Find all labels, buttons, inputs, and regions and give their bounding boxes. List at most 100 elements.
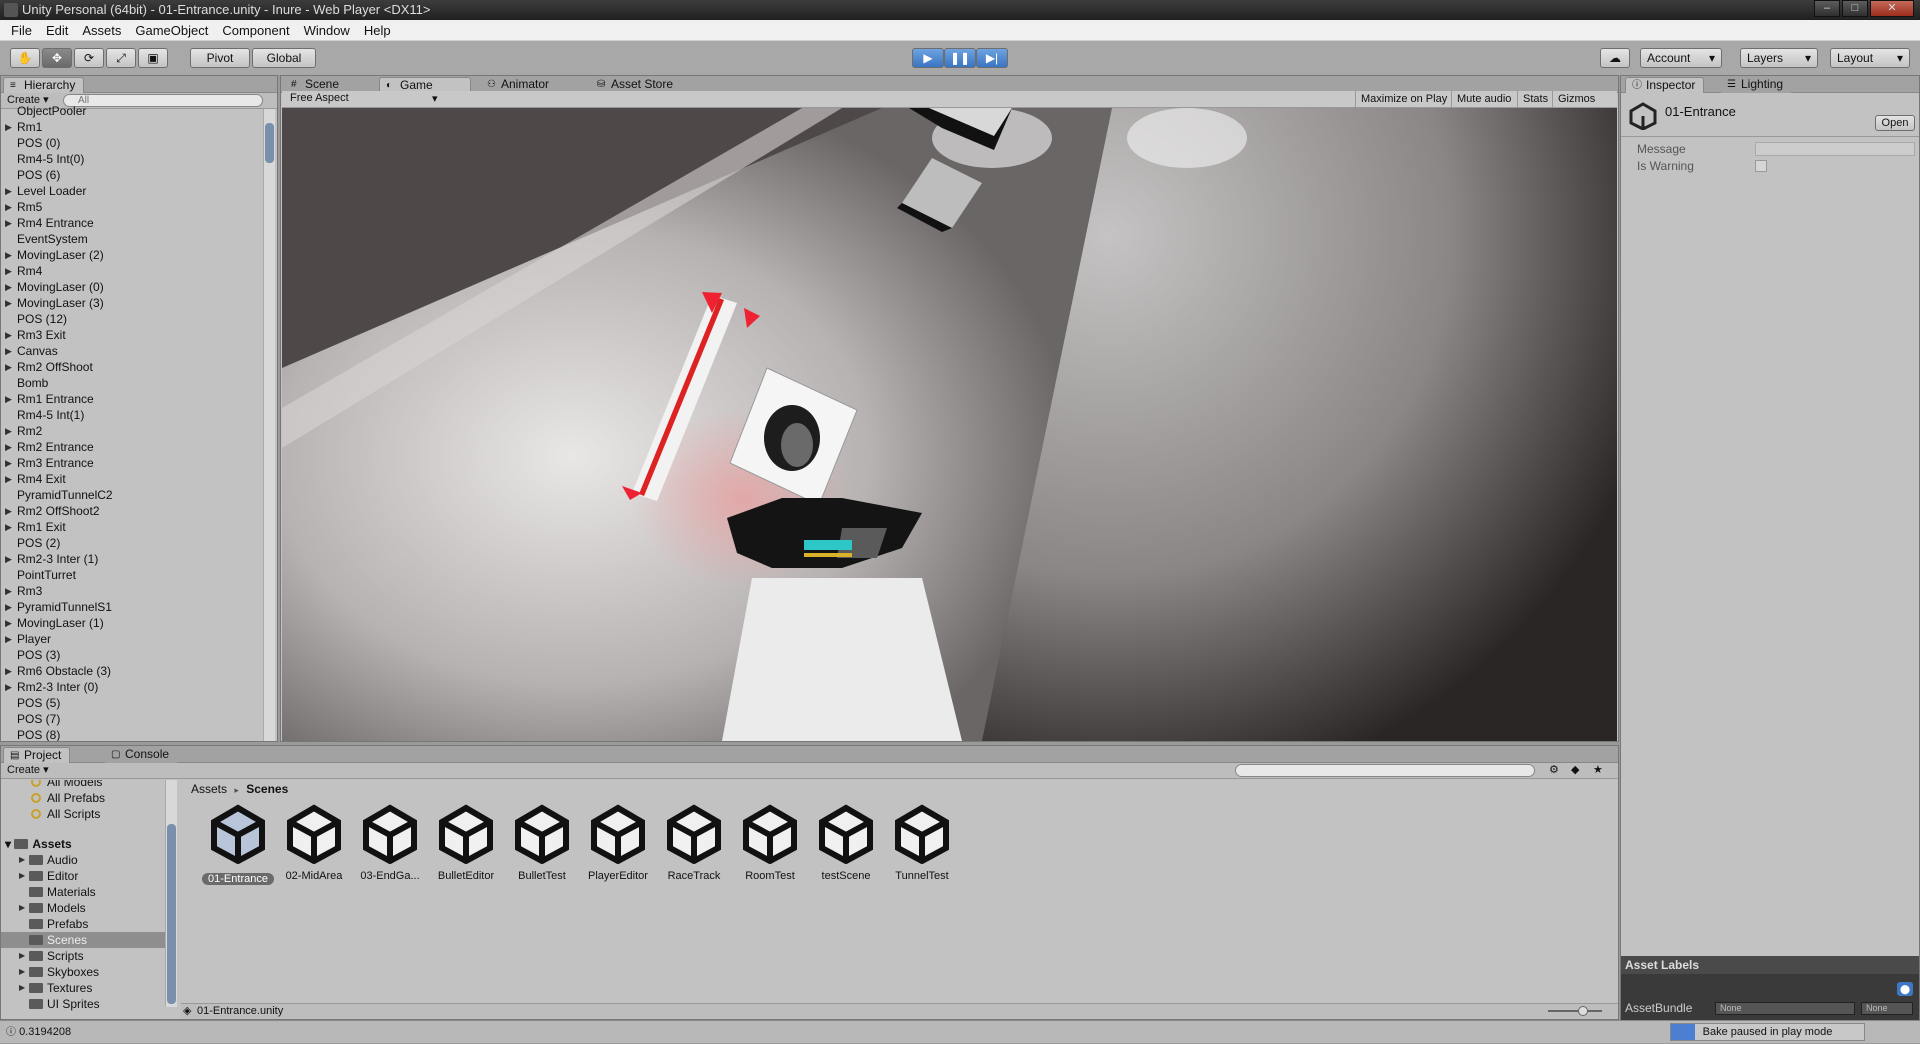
minimize-button[interactable]: –	[1814, 0, 1840, 17]
project-search-input[interactable]	[1235, 764, 1535, 777]
hierarchy-item[interactable]: ▶ PyramidTunnelS1	[1, 599, 259, 615]
scene-asset[interactable]: BulletTest	[504, 804, 580, 882]
account-dropdown[interactable]: Account ▾	[1640, 48, 1722, 68]
hierarchy-item[interactable]: POS (0)	[1, 135, 259, 151]
favorite-item[interactable]: All Prefabs	[1, 790, 177, 806]
tag-icon[interactable]: ⬤	[1897, 982, 1913, 996]
expand-arrow-icon[interactable]: ▶	[5, 295, 12, 311]
move-tool-button[interactable]: ✥	[42, 48, 72, 68]
hierarchy-item[interactable]: ▶ Rm2	[1, 423, 259, 439]
breadcrumb-assets[interactable]: Assets	[191, 782, 227, 796]
hierarchy-item[interactable]: PointTurret	[1, 567, 259, 583]
expand-arrow-icon[interactable]: ▶	[5, 215, 12, 231]
expand-arrow-icon[interactable]: ▶	[5, 439, 12, 455]
hierarchy-item[interactable]: Bomb	[1, 375, 259, 391]
pause-button[interactable]: ❚❚	[944, 48, 976, 68]
scene-asset[interactable]: 03-EndGa...	[352, 804, 428, 882]
hierarchy-item[interactable]: Rm4-5 Int(0)	[1, 151, 259, 167]
expand-arrow-icon[interactable]: ▶	[5, 631, 12, 647]
gizmos-dropdown[interactable]: Gizmos	[1552, 91, 1600, 107]
rotate-tool-button[interactable]: ⟳	[74, 48, 104, 68]
expand-arrow-icon[interactable]: ▶	[5, 343, 12, 359]
assetbundle-variant-dropdown[interactable]: None	[1861, 1002, 1913, 1015]
hierarchy-item[interactable]: ▶ Rm2-3 Inter (1)	[1, 551, 259, 567]
expand-arrow-icon[interactable]: ▶	[5, 551, 12, 567]
tab-inspector[interactable]: ⓘ Inspector	[1625, 77, 1705, 93]
maximize-on-play-toggle[interactable]: Maximize on Play	[1355, 91, 1452, 107]
expand-arrow-icon[interactable]: ▶	[5, 279, 12, 295]
scene-asset[interactable]: 01-Entrance	[200, 804, 276, 885]
hierarchy-item[interactable]: ObjectPooler	[1, 103, 259, 119]
hierarchy-item[interactable]: ▶ MovingLaser (1)	[1, 615, 259, 631]
expand-arrow-icon[interactable]: ▶	[5, 455, 12, 471]
pivot-toggle[interactable]: Pivot	[190, 48, 250, 68]
scene-asset[interactable]: TunnelTest	[884, 804, 960, 882]
hierarchy-item[interactable]: EventSystem	[1, 231, 259, 247]
expand-arrow-icon[interactable]: ▶	[19, 868, 25, 884]
hierarchy-item[interactable]: ▶ Rm4 Entrance	[1, 215, 259, 231]
filter-label-icon[interactable]: ◆	[1571, 763, 1579, 778]
tab-lighting[interactable]: ☰ Lighting	[1721, 77, 1792, 93]
menu-edit[interactable]: Edit	[39, 23, 75, 38]
menu-help[interactable]: Help	[357, 23, 398, 38]
assetbundle-dropdown[interactable]: None	[1715, 1002, 1855, 1015]
expand-arrow-icon[interactable]: ▶	[5, 583, 12, 599]
mute-audio-toggle[interactable]: Mute audio	[1451, 91, 1516, 107]
scene-asset[interactable]: PlayerEditor	[580, 804, 656, 882]
hierarchy-item[interactable]: ▶ MovingLaser (3)	[1, 295, 259, 311]
project-tree-scrollbar[interactable]	[165, 780, 177, 1007]
favorite-star-icon[interactable]: ★	[1593, 763, 1603, 778]
zoom-slider[interactable]	[1548, 1006, 1602, 1016]
hierarchy-item[interactable]: POS (5)	[1, 695, 259, 711]
expand-arrow-icon[interactable]: ▶	[5, 615, 12, 631]
hierarchy-item[interactable]: ▶ Rm1 Entrance	[1, 391, 259, 407]
expand-arrow-icon[interactable]: ▶	[5, 199, 12, 215]
menu-component[interactable]: Component	[215, 23, 296, 38]
hierarchy-item[interactable]: Rm4-5 Int(1)	[1, 407, 259, 423]
scrollbar-thumb[interactable]	[167, 824, 176, 1004]
folder-item[interactable]: ▶ Textures	[1, 980, 177, 996]
project-create-dropdown[interactable]: Create ▾	[7, 763, 49, 778]
expand-arrow-icon[interactable]: ▶	[5, 183, 12, 199]
expand-arrow-icon[interactable]: ▶	[5, 519, 12, 535]
hierarchy-item[interactable]: ▶ Rm3	[1, 583, 259, 599]
hierarchy-item[interactable]: ▶ Rm2 OffShoot2	[1, 503, 259, 519]
scene-asset[interactable]: RaceTrack	[656, 804, 732, 882]
expand-arrow-icon[interactable]: ▶	[5, 663, 12, 679]
folder-item[interactable]: Prefabs	[1, 916, 177, 932]
hierarchy-item[interactable]: POS (2)	[1, 535, 259, 551]
hierarchy-item[interactable]: ▶ Rm5	[1, 199, 259, 215]
hierarchy-item[interactable]: POS (12)	[1, 311, 259, 327]
scene-asset[interactable]: testScene	[808, 804, 884, 882]
favorite-item[interactable]: All Models	[1, 780, 177, 790]
folder-item[interactable]: ▶ Editor	[1, 868, 177, 884]
scale-tool-button[interactable]: ⤢	[106, 48, 136, 68]
hand-tool-button[interactable]: ✋	[10, 48, 40, 68]
scene-asset[interactable]: 02-MidArea	[276, 804, 352, 882]
close-button[interactable]: ✕	[1870, 0, 1914, 17]
expand-arrow-icon[interactable]: ▶	[19, 900, 25, 916]
filter-type-icon[interactable]: ⚙	[1549, 763, 1559, 778]
menu-gameobject[interactable]: GameObject	[128, 23, 215, 38]
hierarchy-item[interactable]: ▶ Rm4 Exit	[1, 471, 259, 487]
hierarchy-item[interactable]: ▶ Rm2 OffShoot	[1, 359, 259, 375]
menu-window[interactable]: Window	[297, 23, 357, 38]
menu-file[interactable]: File	[4, 23, 39, 38]
hierarchy-item[interactable]: POS (7)	[1, 711, 259, 727]
hierarchy-item[interactable]: ▶ Canvas	[1, 343, 259, 359]
hierarchy-item[interactable]: PyramidTunnelC2	[1, 487, 259, 503]
breadcrumb-scenes[interactable]: Scenes	[246, 782, 288, 796]
folder-item[interactable]: UI Sprites	[1, 996, 177, 1012]
folder-item[interactable]: ▶ Skyboxes	[1, 964, 177, 980]
expand-arrow-icon[interactable]: ▶	[19, 852, 25, 868]
tab-project[interactable]: ▤ Project	[3, 747, 71, 763]
folder-item[interactable]: ▶ Audio	[1, 852, 177, 868]
expand-arrow-icon[interactable]: ▶	[5, 327, 12, 343]
hierarchy-item[interactable]: ▶ Level Loader	[1, 183, 259, 199]
hierarchy-item[interactable]: ▶ Rm1	[1, 119, 259, 135]
hierarchy-item[interactable]: ▶ MovingLaser (0)	[1, 279, 259, 295]
aspect-dropdown[interactable]: Free Aspect	[290, 92, 349, 104]
expand-arrow-icon[interactable]: ▶	[19, 948, 25, 964]
hierarchy-item[interactable]: ▶ Rm4	[1, 263, 259, 279]
message-field[interactable]	[1755, 142, 1915, 156]
